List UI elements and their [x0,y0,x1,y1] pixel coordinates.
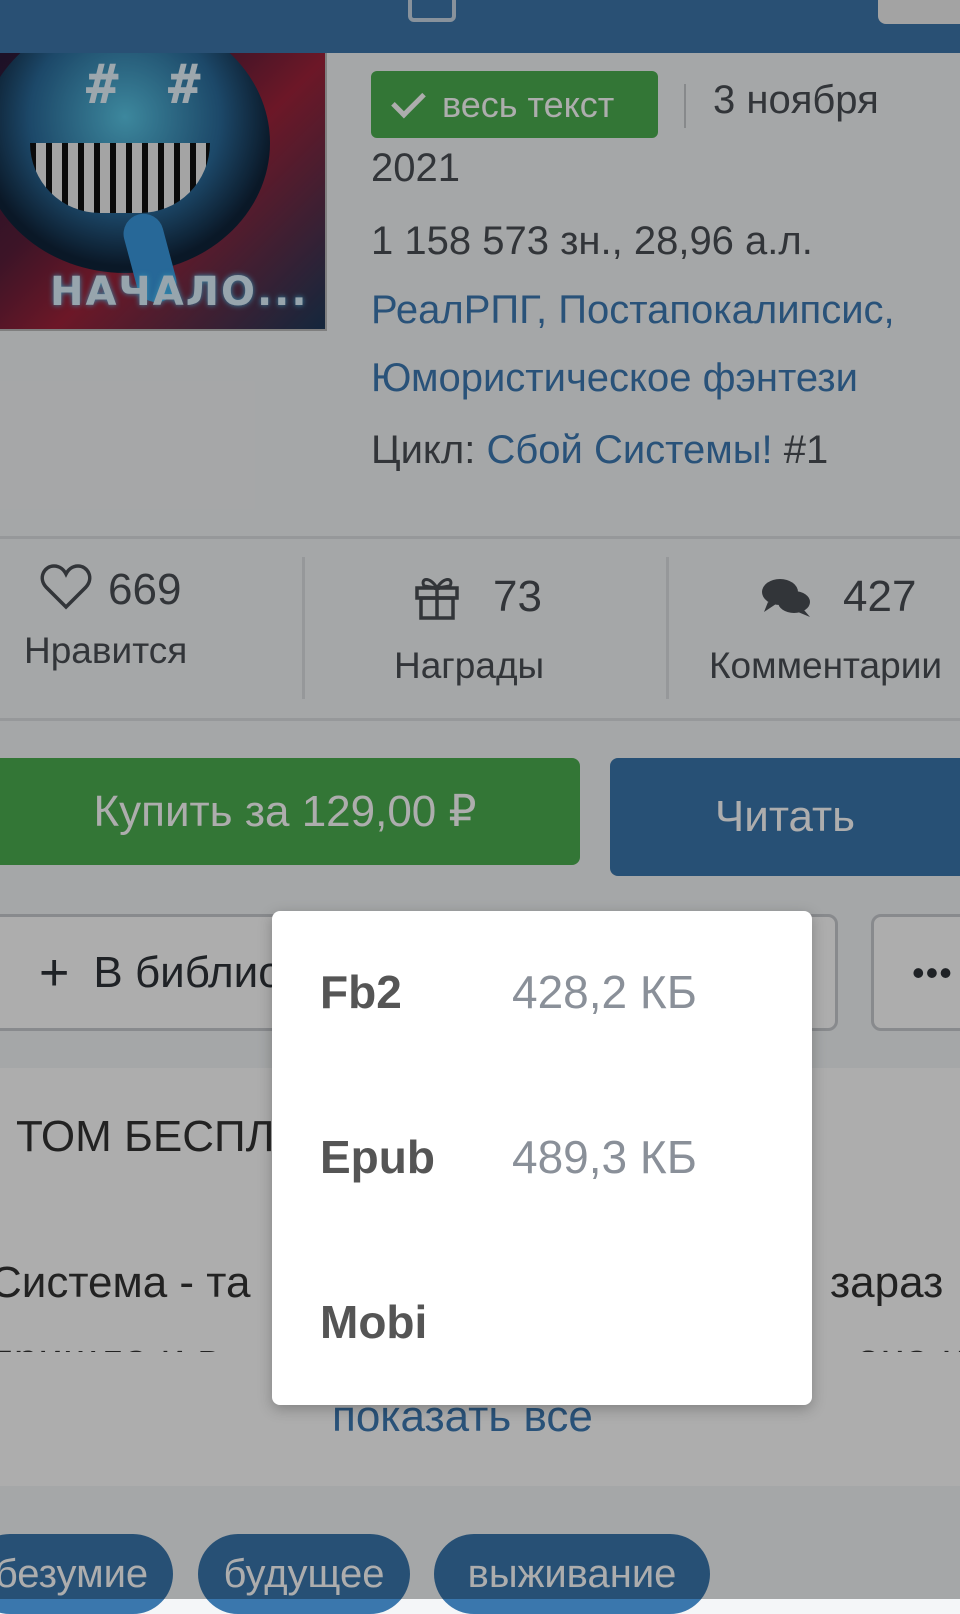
format-name: Mobi [320,1296,428,1348]
format-size: 428,2 КБ [512,966,697,1018]
format-item-fb2[interactable]: Fb2 428,2 КБ [272,965,812,1085]
format-name: Fb2 [320,966,402,1018]
download-format-menu: Fb2 428,2 КБ Epub 489,3 КБ Mobi [272,911,812,1405]
format-size: 489,3 КБ [512,1131,697,1183]
format-item-epub[interactable]: Epub 489,3 КБ [272,1130,812,1250]
format-name: Epub [320,1131,435,1183]
format-item-mobi[interactable]: Mobi [272,1295,812,1415]
